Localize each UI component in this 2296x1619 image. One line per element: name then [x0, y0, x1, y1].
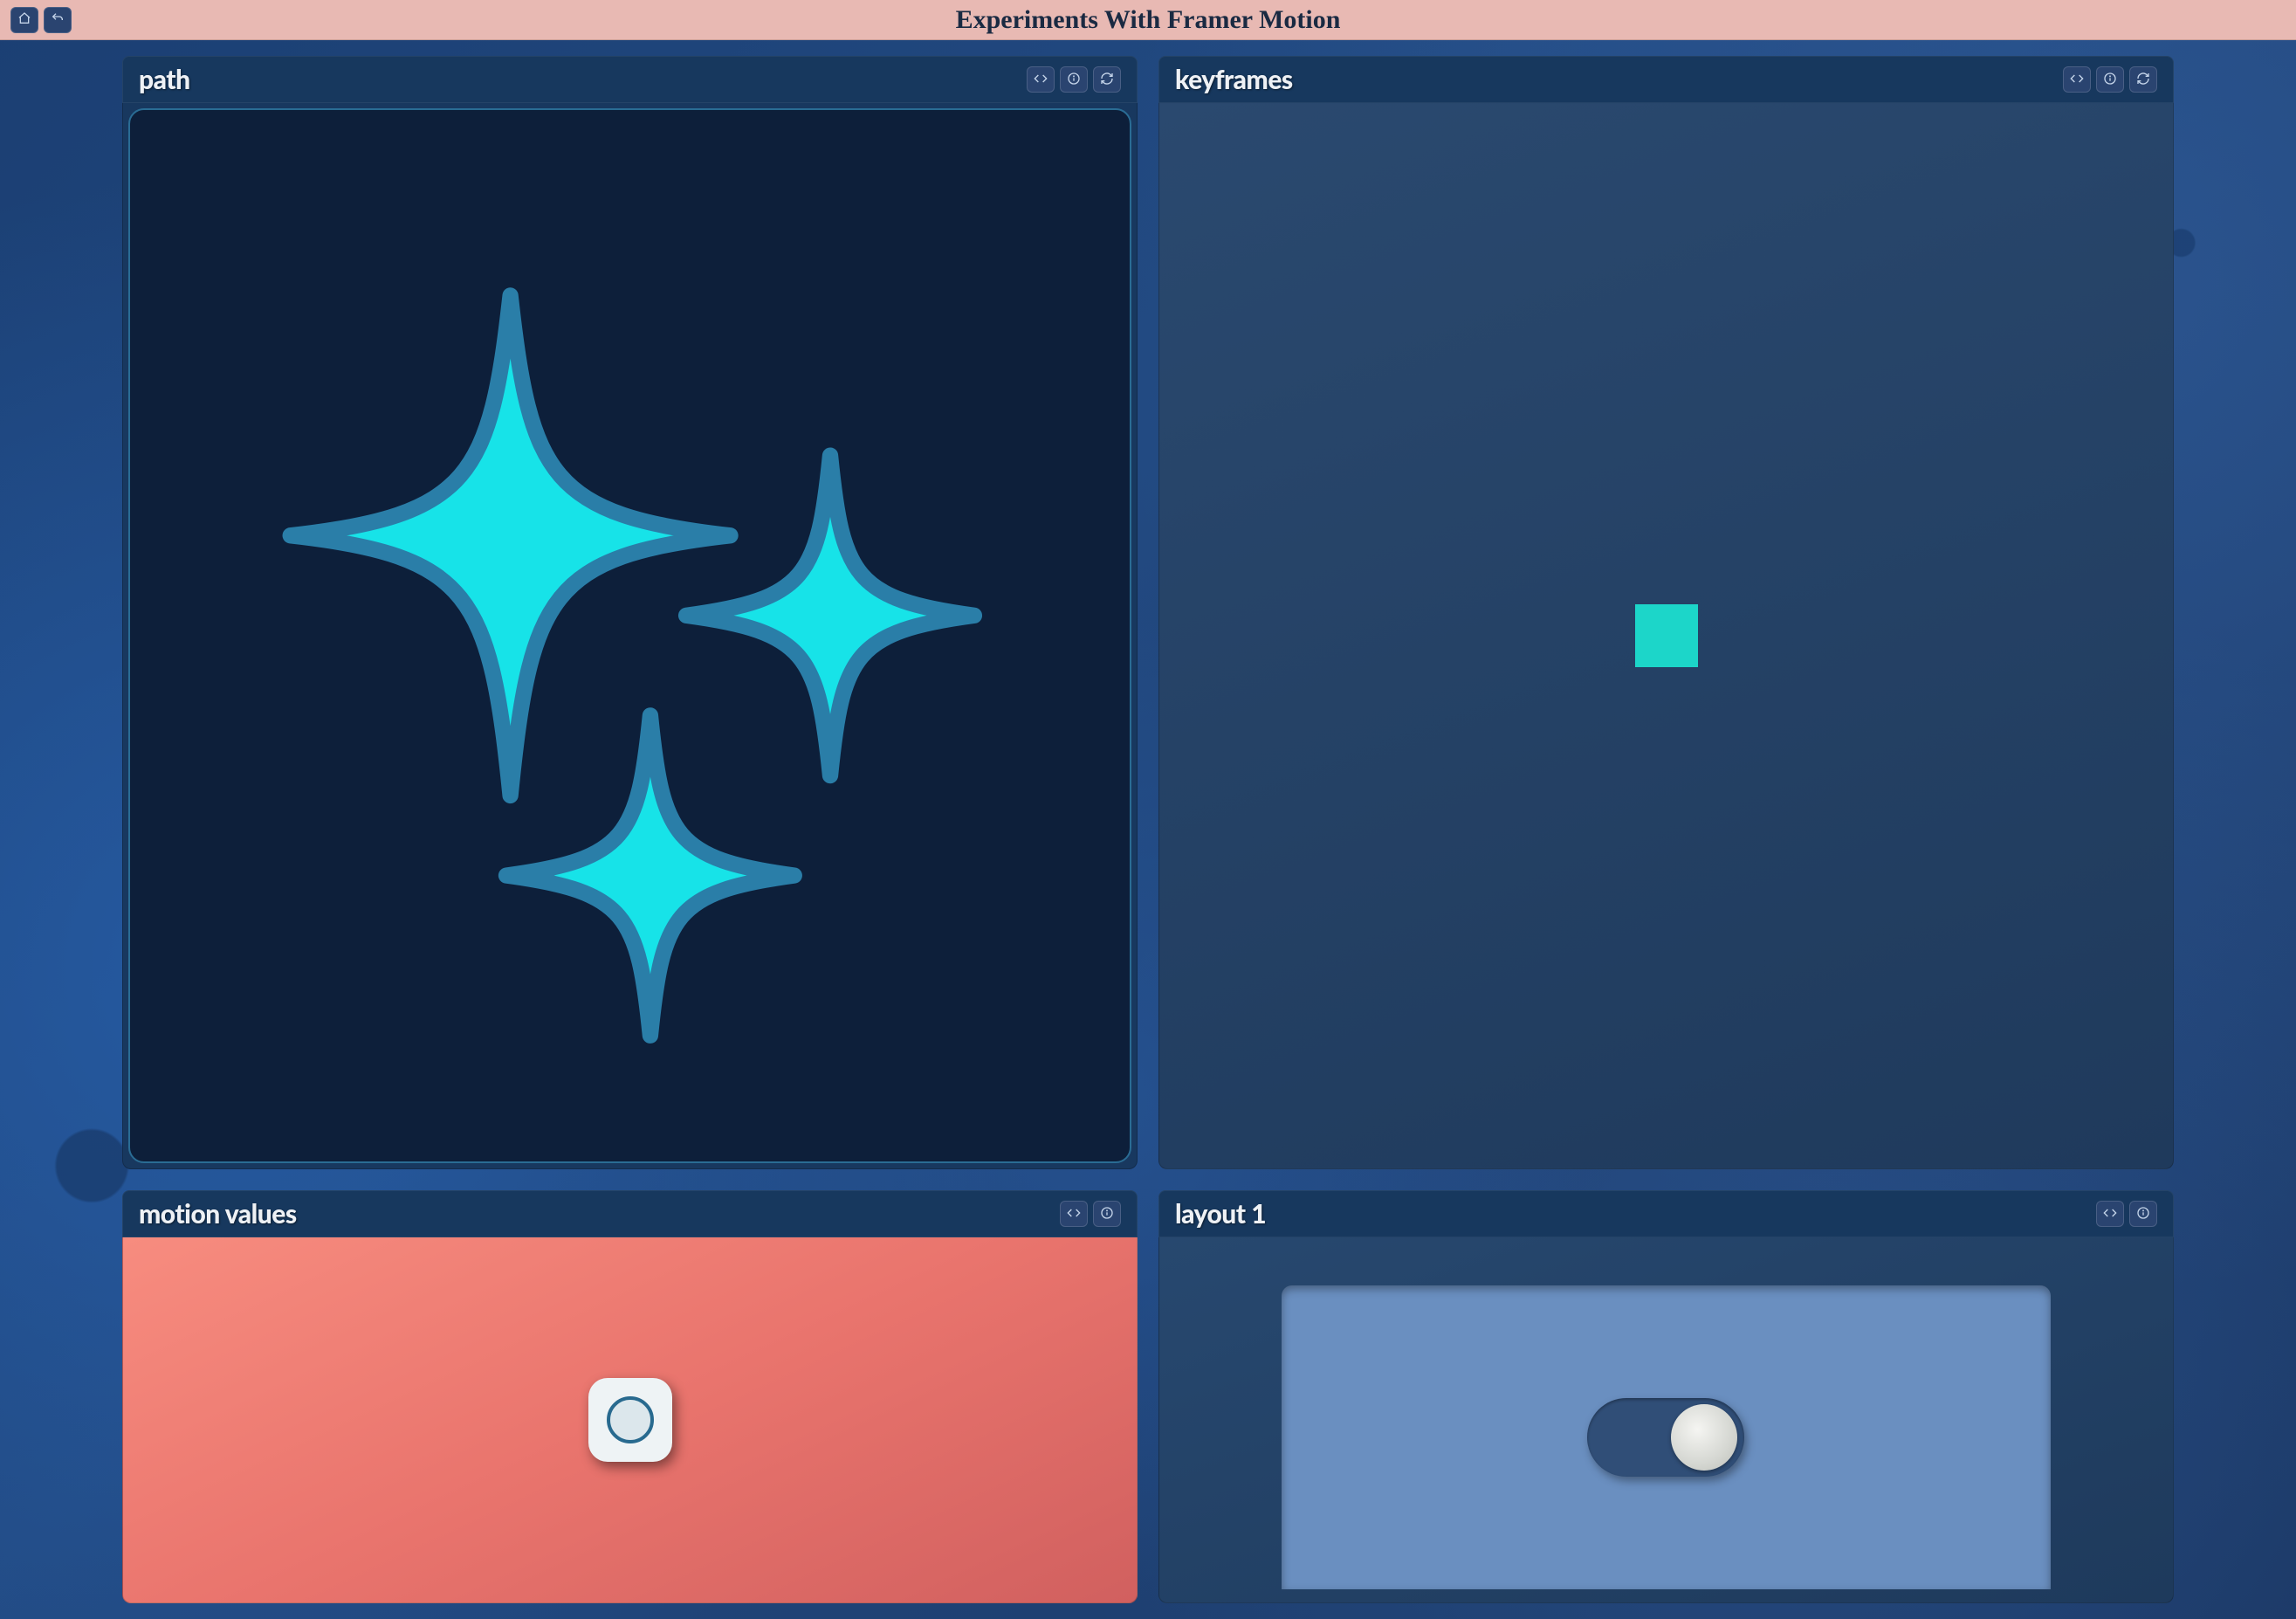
sparkles-icon [230, 173, 1030, 1099]
toggle-switch[interactable] [1587, 1398, 1744, 1477]
info-button[interactable] [2129, 1201, 2157, 1227]
back-arrow-icon [51, 11, 65, 28]
info-icon [1100, 1206, 1114, 1223]
code-icon [2070, 72, 2084, 88]
code-button[interactable] [1027, 66, 1055, 93]
panel-title: keyframes [1175, 64, 1293, 95]
toggle-knob [1671, 1404, 1737, 1471]
info-button[interactable] [1093, 1201, 1121, 1227]
panel-header: keyframes [1158, 56, 2174, 103]
refresh-button[interactable] [2129, 66, 2157, 93]
info-button[interactable] [1060, 66, 1088, 93]
info-icon [2136, 1206, 2150, 1223]
panel-title: path [139, 64, 190, 95]
panel-title: layout 1 [1175, 1198, 1266, 1230]
code-button[interactable] [2063, 66, 2091, 93]
panel-header: layout 1 [1158, 1190, 2174, 1237]
draggable-chip[interactable] [588, 1378, 672, 1462]
panel-actions [2063, 66, 2157, 93]
layout-canvas [1282, 1285, 2051, 1589]
panel-actions [1060, 1201, 1121, 1227]
info-button[interactable] [2096, 66, 2124, 93]
code-button[interactable] [2096, 1201, 2124, 1227]
panel-header: path [122, 56, 1138, 103]
refresh-icon [2136, 72, 2150, 88]
path-canvas [128, 108, 1131, 1163]
refresh-icon [1100, 72, 1114, 88]
panel-title: motion values [139, 1198, 297, 1230]
info-icon [1067, 72, 1081, 88]
code-icon [1067, 1206, 1081, 1223]
panel-body [122, 103, 1138, 1169]
home-icon [17, 11, 31, 28]
panel-header: motion values [122, 1190, 1138, 1237]
panels-grid: path [0, 40, 2296, 1619]
back-button[interactable] [44, 7, 72, 33]
code-icon [1034, 72, 1048, 88]
panel-keyframes: keyframes [1158, 56, 2174, 1169]
code-icon [2103, 1206, 2117, 1223]
code-button[interactable] [1060, 1201, 1088, 1227]
top-bar: Experiments With Framer Motion [0, 0, 2296, 40]
info-icon [2103, 72, 2117, 88]
panel-layout-1: layout 1 [1158, 1190, 2174, 1603]
panel-body [1158, 103, 2174, 1169]
home-button[interactable] [10, 7, 38, 33]
panel-motion-values: motion values [122, 1190, 1138, 1603]
animated-square [1635, 604, 1698, 667]
panel-body [1158, 1237, 2174, 1603]
page-title: Experiments With Framer Motion [956, 5, 1341, 35]
refresh-button[interactable] [1093, 66, 1121, 93]
panel-body [122, 1237, 1138, 1603]
panel-actions [1027, 66, 1121, 93]
panel-path: path [122, 56, 1138, 1169]
panel-actions [2096, 1201, 2157, 1227]
circle-indicator [607, 1396, 654, 1443]
top-bar-buttons [10, 7, 72, 33]
